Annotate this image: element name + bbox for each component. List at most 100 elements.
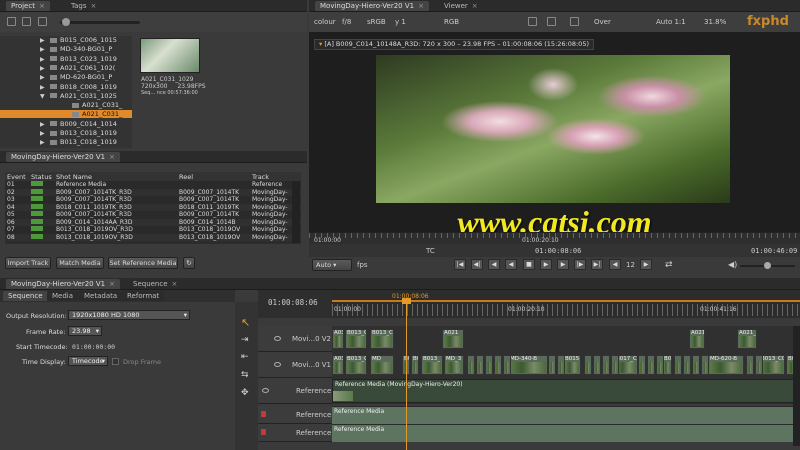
zoom-slider-handle[interactable] — [62, 18, 70, 26]
timeline-clip[interactable] — [476, 355, 484, 375]
multi-tool-icon[interactable]: ✥ — [241, 388, 249, 398]
slip-tool-icon[interactable]: ⇥ — [241, 335, 249, 345]
tab-insp-media[interactable]: Media — [47, 291, 79, 301]
timeline-clip[interactable] — [467, 355, 475, 375]
composite-select[interactable]: Over — [594, 12, 611, 32]
refresh-button[interactable]: ↻ — [183, 257, 195, 269]
timeline-clip[interactable] — [647, 355, 655, 375]
bin-item[interactable]: A021_C031_ — [0, 110, 132, 119]
grid-view-icon[interactable] — [22, 17, 31, 26]
audio-clip-1[interactable]: Reference Media — [332, 406, 800, 424]
clip-thumbnail[interactable] — [140, 38, 200, 73]
drop-frame-checkbox[interactable] — [112, 358, 119, 365]
lut-select[interactable]: sRGB — [367, 12, 386, 32]
goto-end-button[interactable]: ▶| — [591, 259, 603, 270]
space-select[interactable]: RGB — [444, 12, 459, 32]
col-event[interactable]: Event — [5, 172, 29, 181]
event-row[interactable]: 01 Reference Media Reference — [5, 181, 301, 189]
event-row[interactable]: 07 B013_C018_1019OV_R3D B013_C018_1019OV Mo… — [5, 226, 301, 234]
event-row[interactable]: 04 B018_C011_1019TK_R3D B018_C011_1019TK Mo… — [5, 203, 301, 211]
event-row[interactable]: 05 B009_C007_1014TK_R3D B009_C007_1014TK Mo… — [5, 211, 301, 219]
start-tc-value[interactable]: 01:00:00:00 — [72, 343, 115, 351]
list-view-icon[interactable] — [7, 17, 16, 26]
v2-visibility-icon[interactable] — [274, 336, 281, 341]
time-display-select[interactable]: Timecode ▾ — [68, 356, 108, 366]
play-reverse-button[interactable]: ◀ — [505, 259, 517, 270]
timeline-clip[interactable]: A021 — [442, 329, 464, 349]
tab-insp-metadata[interactable]: Metadata — [79, 291, 123, 301]
volume-icon[interactable]: ◀) — [728, 260, 737, 269]
playhead-handle[interactable] — [402, 298, 411, 304]
volume-handle[interactable] — [764, 262, 771, 269]
goto-start-button[interactable]: |◀ — [454, 259, 466, 270]
timeline-ruler[interactable]: 01:00:00 01:00:08:06 01:00:20:10 01:00:4… — [332, 290, 800, 318]
viewer-ruler[interactable]: 01:00:00 01:00:20:10 — [309, 232, 800, 244]
expand-right-icon[interactable]: ▶ — [40, 65, 50, 72]
bin-item[interactable]: ▶ MD-340-BG01_P — [0, 45, 132, 53]
timeline-clip[interactable] — [638, 355, 646, 375]
playhead[interactable] — [406, 298, 407, 450]
event-row[interactable]: 02 B009_C007_1014TK_R3D B009_C007_1014TK Mo… — [5, 188, 301, 196]
event-scrollbar[interactable] — [292, 181, 300, 243]
step-back-button[interactable]: ◀ — [488, 259, 500, 270]
timeline-clip[interactable] — [674, 355, 682, 375]
viewer-canvas[interactable]: ▾ [A] B009_C014_10148A_R3D: 720 x 300 – … — [309, 32, 800, 240]
guides-icon[interactable] — [528, 17, 537, 26]
expand-right-icon[interactable]: ▶ — [40, 84, 50, 91]
track-header-ref[interactable]: Reference — [258, 378, 332, 404]
timeline-clip[interactable]: MD — [370, 355, 394, 375]
timeline-clip[interactable] — [485, 355, 493, 375]
timeline-clip[interactable]: MD-340-B — [508, 355, 548, 375]
bin-item[interactable]: ▶ B013_C023_1019 — [0, 55, 132, 63]
expand-right-icon[interactable]: ▶ — [40, 121, 50, 128]
bin-item[interactable]: ▶ B015_C006_1015 — [0, 36, 132, 44]
v1-visibility-icon[interactable] — [274, 362, 281, 367]
timeline-clip[interactable] — [701, 355, 709, 375]
tab-viewer[interactable]: Viewer × — [439, 1, 483, 11]
timeline-clip[interactable] — [503, 355, 511, 375]
bin-item[interactable]: ▶ B009_C014_1014 — [0, 120, 132, 128]
timeline-clip[interactable]: B013_C — [345, 355, 367, 375]
tab-timeline-seq[interactable]: MovingDay-Hiero-Ver20 V1 × — [6, 279, 120, 289]
razor-tool-icon[interactable]: ⇆ — [241, 370, 249, 380]
bin-item[interactable]: ▼ A021_C031_1025 — [0, 92, 132, 100]
next-edit-button[interactable]: |▶ — [574, 259, 586, 270]
bin-item[interactable]: ▶ A021_C061_102( — [0, 64, 132, 72]
track-header-v1[interactable]: Movi...0 V1 — [258, 352, 332, 378]
tab-insp-reformat[interactable]: Reformat — [122, 291, 165, 301]
audio-clip-2[interactable]: Reference Media — [332, 424, 800, 442]
wipe-icon[interactable] — [547, 17, 556, 26]
timeline-clip[interactable] — [755, 355, 763, 375]
col-shot[interactable]: Shot Name — [54, 172, 177, 181]
expand-right-icon[interactable]: ▶ — [40, 46, 50, 53]
col-track[interactable]: Track — [250, 172, 301, 181]
zoom-mode-select[interactable]: Auto 1:1 — [656, 12, 686, 32]
timeline-clip[interactable] — [611, 355, 619, 375]
timeline-clip[interactable] — [584, 355, 592, 375]
timeline-clip[interactable] — [683, 355, 691, 375]
output-res-select[interactable]: 1920x1080 HD 1080 ▾ — [68, 310, 190, 320]
a2-lock-icon[interactable] — [261, 429, 266, 435]
timeline-clip[interactable]: MD-620-B — [708, 355, 744, 375]
timeline-clip[interactable]: A021_C — [737, 329, 757, 349]
thumb-view-icon[interactable] — [38, 17, 47, 26]
import-track-button[interactable]: Import Track — [5, 257, 51, 269]
expand-down-icon[interactable]: ▼ — [40, 93, 50, 100]
frame-rate-select[interactable]: 23.98 ▾ — [68, 326, 102, 336]
timeline-clip[interactable]: B0 — [411, 355, 419, 375]
bin-item[interactable]: A021_C031_ — [0, 101, 132, 109]
tab-viewer-seq[interactable]: MovingDay-Hiero-Ver20 V1 × — [315, 1, 429, 11]
timeline-clip[interactable]: A021_C — [689, 329, 705, 349]
event-row[interactable]: 08 B013_C018_1019OV_R3D B013_C018_1019OV Mo… — [5, 233, 301, 241]
col-reel[interactable]: Reel — [177, 172, 250, 181]
tab-sequence[interactable]: Sequence × — [128, 279, 183, 289]
gamma-select[interactable]: y 1 — [395, 12, 406, 32]
track-header-a2[interactable]: Reference — [258, 424, 332, 442]
ref-video-clip[interactable]: Reference Media (MovingDay-Hiero-Ver20) — [332, 379, 800, 403]
channel-select[interactable]: colour — [314, 12, 336, 32]
timeline-clip[interactable] — [494, 355, 502, 375]
step-forward-button[interactable]: ▶ — [557, 259, 569, 270]
prev-edit-button[interactable]: ◀| — [471, 259, 483, 270]
event-row[interactable]: 06 B009_C014_1014AA_R3D B009_C014_1014B Mov… — [5, 218, 301, 226]
tab-insp-sequence[interactable]: Sequence — [3, 291, 48, 301]
